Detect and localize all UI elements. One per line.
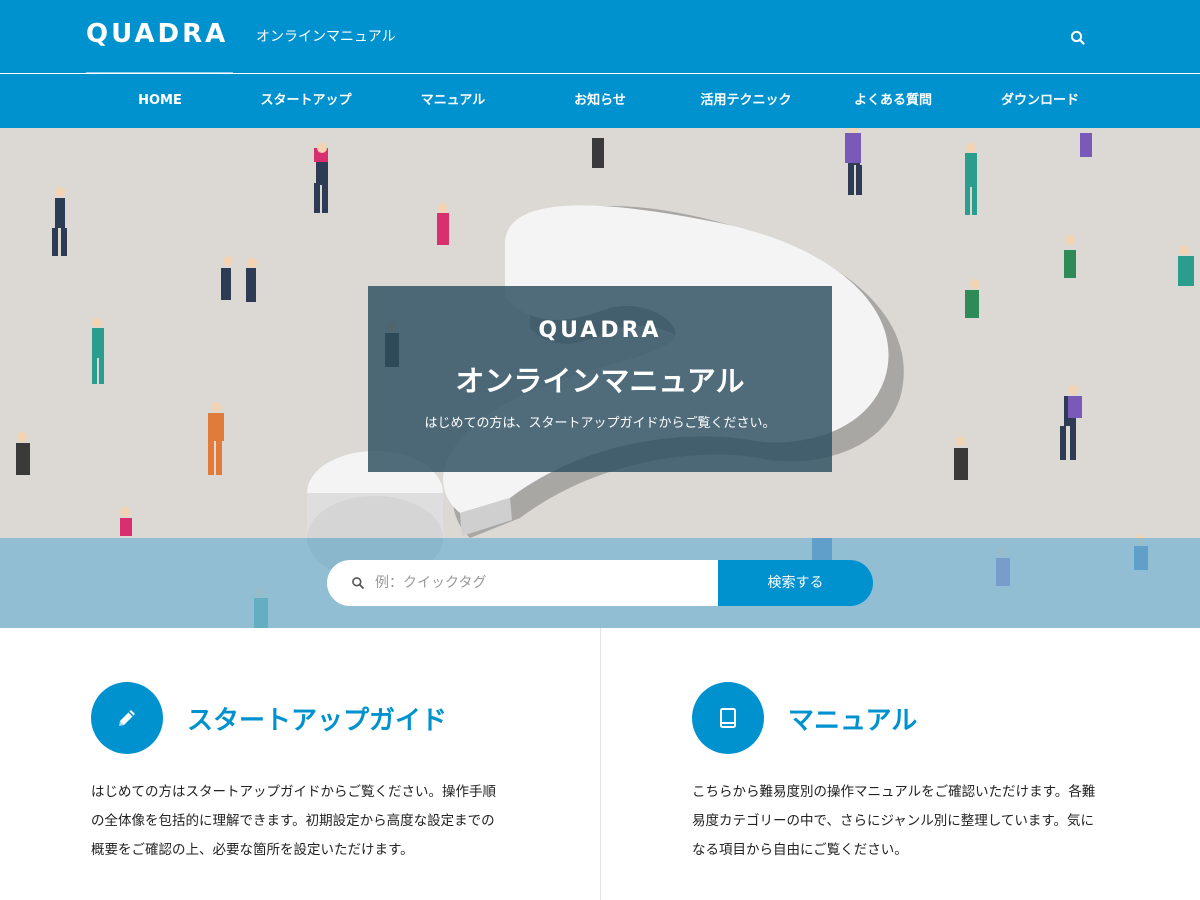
hero-overlay: QUADRA オンラインマニュアル はじめての方は、スタートアップガイドからご覧…: [368, 286, 832, 472]
book-icon: [720, 708, 736, 728]
manual-title[interactable]: マニュアル: [788, 700, 917, 737]
nav-item-startup[interactable]: スタートアップ: [241, 74, 371, 128]
hero-brand: QUADRA: [538, 318, 662, 343]
search-submit-button[interactable]: 検索する: [718, 560, 873, 606]
nav-item-manual[interactable]: マニュアル: [388, 74, 518, 128]
site-subtitle: オンラインマニュアル: [256, 29, 396, 45]
manual-icon-circle[interactable]: [692, 682, 764, 754]
header-bar: QUADRA オンラインマニュアル: [0, 0, 1200, 74]
main-nav: HOME スタートアップ マニュアル お知らせ 活用テクニック よくある質問 ダ…: [0, 74, 1200, 128]
manual-card: マニュアル こちらから難易度別の操作マニュアルをご確認いただけます。各難易度カテ…: [692, 628, 1122, 900]
hero-search-form: 検索する: [327, 560, 873, 606]
search-input[interactable]: [375, 560, 705, 606]
search-icon: [1070, 30, 1085, 45]
search-icon: [352, 577, 364, 589]
nav-item-news[interactable]: お知らせ: [535, 74, 665, 128]
content-section: スタートアップガイド はじめての方はスタートアップガイドからご覧ください。操作手…: [0, 628, 1200, 900]
manual-text: こちらから難易度別の操作マニュアルをご確認いただけます。各難易度カテゴリーの中で…: [692, 784, 1096, 858]
site-logo[interactable]: QUADRA: [86, 19, 228, 49]
startup-guide-text: はじめての方はスタートアップガイドからご覧ください。操作手順の全体像を包括的に理…: [91, 784, 496, 858]
nav-item-download[interactable]: ダウンロード: [975, 74, 1105, 128]
startup-guide-icon-circle[interactable]: [91, 682, 163, 754]
startup-guide-title[interactable]: スタートアップガイド: [187, 700, 447, 737]
column-divider: [600, 628, 601, 900]
hero-section: QUADRA オンラインマニュアル はじめての方は、スタートアップガイドからご覧…: [0, 128, 1200, 628]
hero-subtitle: はじめての方は、スタートアップガイドからご覧ください。: [424, 416, 776, 431]
header-search-button[interactable]: [1068, 28, 1088, 48]
pencil-icon: [119, 710, 135, 726]
nav-item-faq[interactable]: よくある質問: [828, 74, 958, 128]
hero-title: オンラインマニュアル: [455, 364, 745, 398]
startup-guide-card: スタートアップガイド はじめての方はスタートアップガイドからご覧ください。操作手…: [91, 628, 521, 900]
nav-item-home[interactable]: HOME: [95, 74, 225, 128]
nav-item-techniques[interactable]: 活用テクニック: [681, 74, 811, 128]
search-field: [327, 560, 719, 606]
